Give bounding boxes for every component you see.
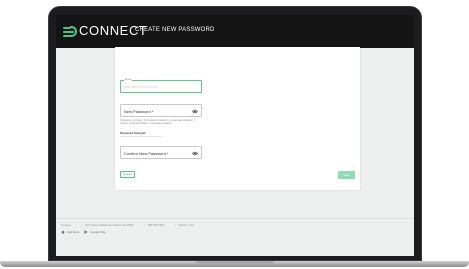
confirm-password-field[interactable]: Confirm New Password * — [120, 146, 202, 159]
new-password-placeholder: New Password * — [124, 109, 154, 114]
store-links: App Store Google Play — [61, 230, 111, 234]
email-label: Email — [124, 78, 133, 81]
footer-company: Connect — [61, 224, 71, 227]
footer-separator: | — [81, 224, 83, 227]
email-field[interactable]: Email user@example.com — [120, 78, 202, 93]
footer-version: Version: 1.0.0 — [178, 224, 195, 227]
laptop-base-notch — [196, 261, 274, 264]
app-store-link[interactable]: App Store — [61, 230, 79, 234]
page-title: CREATE NEW PASSWORD — [135, 27, 215, 33]
email-value: user@example.com — [124, 85, 159, 89]
footer-phone: 800-555-0000 — [147, 224, 165, 227]
footer-separator: | — [174, 224, 176, 227]
cancel-button[interactable]: Cancel — [120, 171, 135, 178]
eye-icon[interactable] — [192, 151, 198, 156]
laptop-screen: CONNECT CREATE NEW PASSWORD Email user@e… — [56, 15, 414, 256]
save-button[interactable]: Save — [338, 171, 355, 179]
confirm-password-placeholder: Confirm New Password * — [124, 151, 169, 156]
create-password-card: Email user@example.com New Password * 8 … — [115, 47, 360, 190]
app-header: CONNECT CREATE NEW PASSWORD — [56, 15, 414, 48]
password-requirements: 8 characters minimum. 30 characters maxi… — [120, 120, 195, 125]
connect-logo-icon — [63, 25, 77, 37]
password-strength-bar — [120, 136, 162, 137]
footer-divider — [56, 218, 414, 219]
google-play-label: Google Play — [90, 230, 106, 234]
password-strength-label: Password Strength — [120, 131, 146, 135]
new-password-field[interactable]: New Password * — [120, 104, 202, 117]
footer-address: 7677 Some Address St, Atlanta, GA 30321 — [84, 224, 134, 227]
eye-icon[interactable] — [192, 109, 198, 114]
apple-icon — [61, 230, 65, 234]
app-store-label: App Store — [67, 230, 80, 234]
footer-separator: | — [144, 224, 146, 227]
google-play-link[interactable]: Google Play — [84, 230, 106, 234]
footer-info: Connect | 7677 Some Address St, Atlanta,… — [61, 224, 196, 227]
play-icon — [84, 230, 89, 234]
